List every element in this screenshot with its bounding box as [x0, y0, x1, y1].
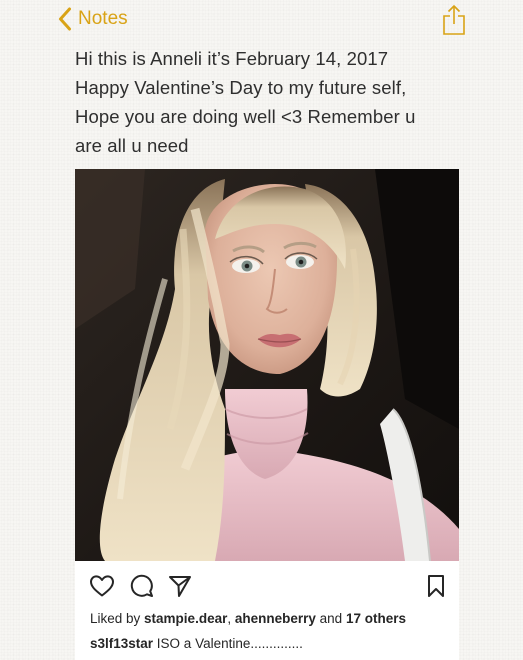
portrait-photo [75, 169, 459, 561]
note-line: are all u need [75, 135, 189, 156]
liked-user-link[interactable]: stampie.dear [144, 611, 227, 626]
note-line: Happy Valentine’s Day to my future self, [75, 77, 407, 98]
likes-others-link[interactable]: 17 others [346, 611, 406, 626]
share-icon [443, 5, 465, 35]
liked-user-link[interactable]: ahenneberry [235, 611, 316, 626]
caption-text: ISO a Valentine.............. [153, 636, 303, 651]
caption-user-link[interactable]: s3lf13star [90, 636, 153, 651]
likes-line: Liked by stampie.dear, ahenneberry and 1… [90, 611, 406, 626]
note-line: Hi this is Anneli it’s February 14, 2017 [75, 48, 389, 69]
instagram-post-screenshot[interactable]: Liked by stampie.dear, ahenneberry and 1… [75, 169, 459, 660]
likes-separator: , [227, 611, 235, 626]
comment-icon[interactable] [130, 574, 154, 598]
likes-prefix: Liked by [90, 611, 145, 626]
share-button[interactable] [441, 4, 467, 36]
back-button[interactable]: Notes [58, 6, 128, 32]
note-line: Hope you are doing well <3 Remember u [75, 106, 416, 127]
post-caption: s3lf13star ISO a Valentine.............. [90, 636, 303, 651]
notes-nav-bar: Notes [0, 0, 523, 40]
note-body[interactable]: Hi this is Anneli it’s February 14, 2017… [75, 44, 495, 160]
post-actions-bar [75, 569, 459, 603]
back-label: Notes [78, 8, 128, 29]
bookmark-icon[interactable] [427, 574, 445, 598]
chevron-left-icon [59, 7, 71, 31]
heart-icon[interactable] [89, 574, 115, 598]
send-icon[interactable] [168, 574, 192, 598]
likes-and: and [315, 611, 346, 626]
